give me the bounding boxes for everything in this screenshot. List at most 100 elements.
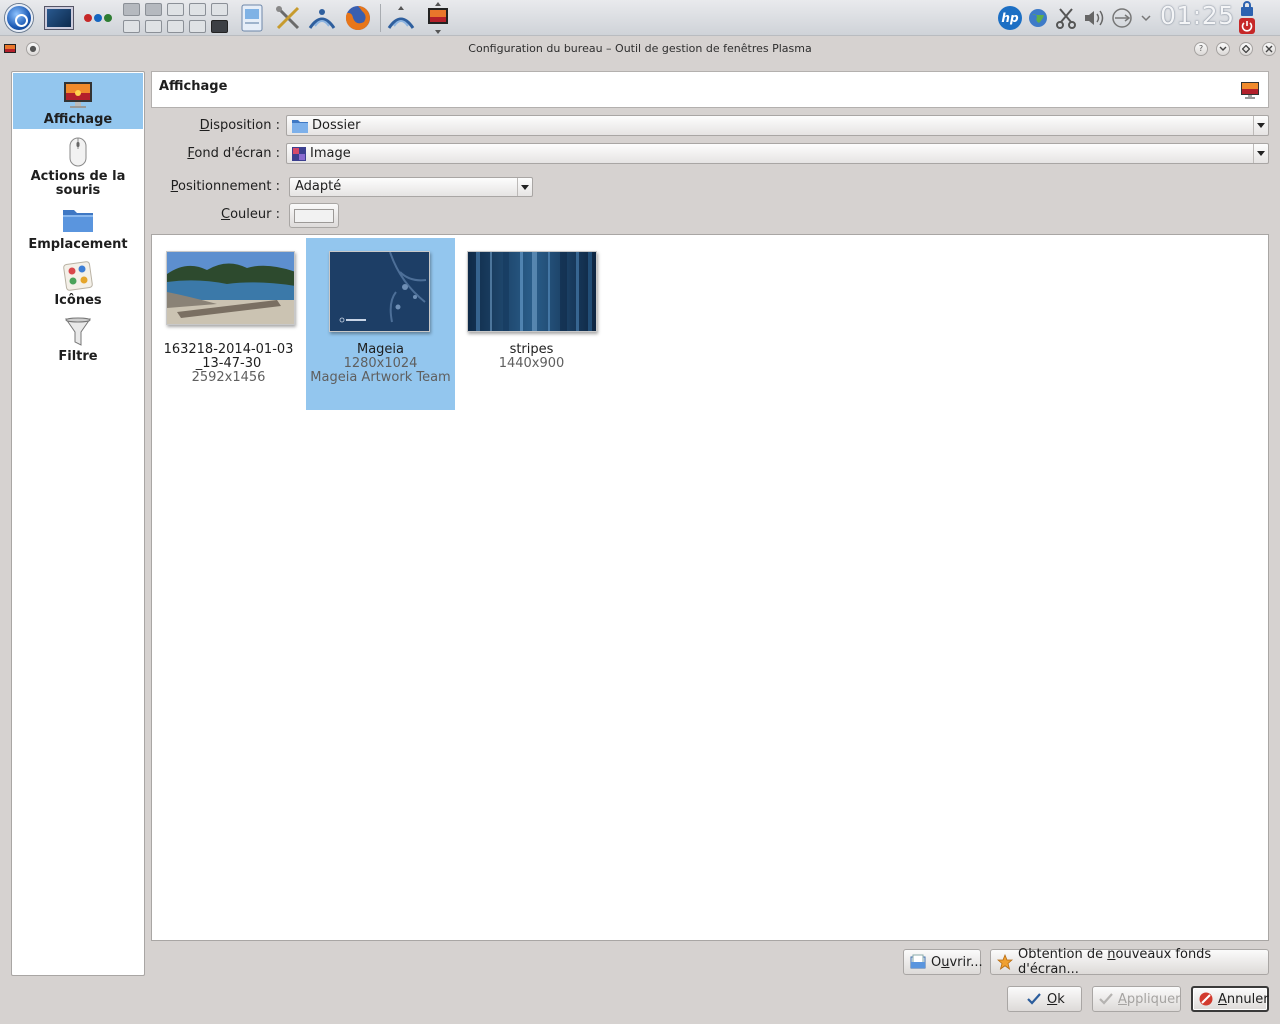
mageia-control-center-task-icon[interactable] bbox=[385, 2, 417, 34]
firefox-icon[interactable] bbox=[342, 2, 374, 34]
window-title: Configuration du bureau – Outil de gesti… bbox=[468, 42, 812, 55]
sidebar-item-label: Affichage bbox=[43, 112, 113, 127]
folder-icon bbox=[292, 119, 308, 133]
page-title: Affichage bbox=[159, 79, 228, 94]
wallpaper-thumbnail bbox=[467, 251, 597, 332]
checkmark-icon bbox=[1026, 991, 1042, 1007]
system-settings-icon[interactable] bbox=[272, 2, 304, 34]
appliquer-button[interactable]: Appliquer bbox=[1092, 986, 1181, 1012]
sidebar-item-filtre[interactable]: Filtre bbox=[13, 314, 143, 366]
sidebar-item-icones[interactable]: Icônes bbox=[13, 258, 143, 310]
chevron-down-icon[interactable] bbox=[1253, 144, 1268, 163]
ouvrir-button-label: Ouvrir... bbox=[931, 954, 983, 970]
get-new-wallpapers-button[interactable]: Obtention de nouveaux fonds d'écran... bbox=[990, 947, 1269, 977]
mouse-icon bbox=[62, 136, 94, 168]
get-new-wallpapers-label: Obtention de nouveaux fonds d'écran... bbox=[1018, 947, 1212, 977]
annuler-button[interactable]: Annuler bbox=[1191, 986, 1269, 1012]
disposition-value: Dossier bbox=[312, 118, 361, 133]
top-panel: hp 01:25 bbox=[0, 0, 1280, 36]
open-file-icon bbox=[910, 954, 926, 970]
icons-palette-icon bbox=[62, 260, 94, 292]
sidebar-item-label: Icônes bbox=[54, 293, 102, 308]
monitor-sunset-icon bbox=[1240, 80, 1260, 100]
ouvrir-button[interactable]: Ouvrir... bbox=[903, 949, 983, 975]
color-swatch bbox=[294, 209, 334, 223]
close-button[interactable] bbox=[1262, 42, 1276, 56]
wallpaper-resolution: 1280x1024 bbox=[343, 356, 418, 371]
category-sidebar: Affichage Actions de la souris Emplaceme… bbox=[11, 71, 145, 976]
wallpaper-resolution: 1440x900 bbox=[498, 356, 565, 371]
couleur-picker-button[interactable] bbox=[289, 203, 339, 228]
diamond-icon bbox=[1242, 45, 1250, 53]
cancel-icon bbox=[1199, 991, 1213, 1007]
wallpaper-resolution: 2592x1456 bbox=[191, 370, 266, 385]
disposition-label: Disposition : bbox=[199, 118, 280, 133]
sidebar-item-actions-souris[interactable]: Actions de la souris bbox=[13, 134, 143, 198]
lock-screen-icon[interactable] bbox=[1239, 1, 1255, 16]
desktop-8[interactable] bbox=[167, 20, 184, 33]
annuler-button-label: Annuler bbox=[1218, 991, 1269, 1007]
chevron-down-icon[interactable] bbox=[517, 178, 532, 196]
chevron-down-icon bbox=[1219, 46, 1227, 51]
wallpaper-author: Mageia Artwork Team bbox=[310, 370, 451, 385]
sidebar-item-affichage[interactable]: Affichage bbox=[13, 73, 143, 129]
activities-icon[interactable] bbox=[81, 2, 115, 34]
wallpaper-thumbnail bbox=[166, 251, 295, 325]
application-launcher-icon[interactable] bbox=[3, 2, 35, 34]
funnel-icon bbox=[62, 316, 94, 348]
desktop-4[interactable] bbox=[189, 3, 206, 16]
sidebar-item-emplacement[interactable]: Emplacement bbox=[13, 202, 143, 254]
image-icon bbox=[292, 146, 306, 161]
sidebar-item-label: Actions de la souris bbox=[30, 169, 126, 198]
sidebar-item-label: Emplacement bbox=[28, 237, 128, 252]
sidebar-item-label: Filtre bbox=[58, 349, 98, 364]
chevron-down-icon[interactable] bbox=[1136, 2, 1156, 34]
disposition-combobox[interactable]: Dossier bbox=[286, 115, 1269, 136]
positionnement-label: Positionnement : bbox=[170, 179, 280, 194]
file-manager-icon[interactable] bbox=[236, 2, 268, 34]
fond-ecran-combobox[interactable]: Image bbox=[286, 143, 1269, 164]
wallpaper-item-selected[interactable]: Mageia 1280x1024 Mageia Artwork Team bbox=[306, 238, 455, 410]
desktop-3[interactable] bbox=[167, 3, 184, 16]
desktop-10[interactable] bbox=[211, 20, 228, 33]
fond-ecran-label: Fond d'écran : bbox=[187, 146, 280, 161]
desktop-2[interactable] bbox=[145, 3, 162, 16]
desktop-settings-task-icon[interactable] bbox=[422, 2, 454, 34]
ok-button[interactable]: Ok bbox=[1007, 986, 1082, 1012]
checkmark-icon bbox=[1099, 991, 1113, 1007]
wallpaper-item[interactable]: 163218-2014-01-03 _13-47-30 2592x1456 bbox=[154, 238, 303, 410]
mageia-control-center-icon[interactable] bbox=[306, 2, 338, 34]
network-tray-icon[interactable] bbox=[1106, 2, 1138, 34]
wallpaper-name: Mageia bbox=[356, 342, 404, 357]
chevron-down-icon[interactable] bbox=[1253, 116, 1268, 135]
close-icon bbox=[1265, 45, 1273, 53]
appliquer-button-label: Appliquer bbox=[1118, 991, 1181, 1007]
minimize-button[interactable] bbox=[1216, 42, 1230, 56]
clock[interactable]: 01:25 bbox=[1160, 1, 1235, 30]
panel-separator bbox=[380, 4, 381, 32]
power-icon[interactable] bbox=[1239, 18, 1255, 34]
wallpaper-name: 163218-2014-01-03 _13-47-30 bbox=[163, 342, 294, 371]
couleur-label: Couleur : bbox=[221, 207, 280, 222]
desktop-1[interactable] bbox=[123, 3, 140, 16]
positionnement-value: Adapté bbox=[295, 179, 342, 194]
fond-ecran-value: Image bbox=[310, 146, 351, 161]
desktop-7[interactable] bbox=[145, 20, 162, 33]
maximize-button[interactable] bbox=[1239, 42, 1253, 56]
wallpaper-name: stripes bbox=[509, 342, 554, 357]
window-titlebar[interactable]: ● Configuration du bureau – Outil de ges… bbox=[0, 37, 1280, 61]
wallpaper-thumbnail bbox=[329, 251, 430, 332]
show-desktop-icon[interactable] bbox=[43, 2, 75, 34]
desktop-9[interactable] bbox=[189, 20, 206, 33]
positionnement-combobox[interactable]: Adapté bbox=[289, 177, 533, 197]
folder-icon bbox=[62, 204, 94, 236]
star-icon bbox=[997, 954, 1013, 970]
desktop-5[interactable] bbox=[211, 3, 228, 16]
monitor-sunset-icon bbox=[62, 79, 94, 111]
desktop-6[interactable] bbox=[123, 20, 140, 33]
help-button[interactable]: ? bbox=[1194, 42, 1208, 56]
ok-button-label: Ok bbox=[1047, 991, 1065, 1007]
virtual-desktop-pager[interactable] bbox=[122, 2, 230, 34]
wallpaper-item[interactable]: stripes 1440x900 bbox=[457, 238, 606, 410]
wallpaper-list[interactable]: 163218-2014-01-03 _13-47-30 2592x1456 Ma… bbox=[151, 234, 1269, 941]
